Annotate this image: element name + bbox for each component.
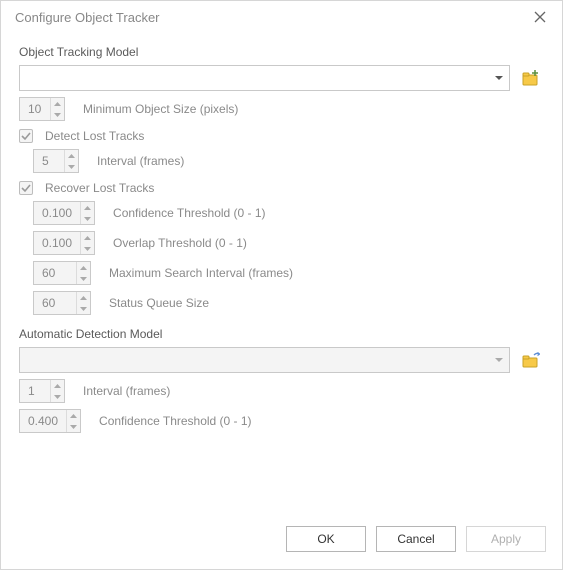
recover-overlap-label: Overlap Threshold (0 - 1) xyxy=(113,236,247,250)
chevron-down-icon xyxy=(495,76,503,80)
spinner-down[interactable] xyxy=(81,243,94,254)
spinner-up[interactable] xyxy=(77,292,90,303)
auto-interval-label: Interval (frames) xyxy=(83,384,170,398)
spinner-down[interactable] xyxy=(77,273,90,284)
auto-interval-row: 1 Interval (frames) xyxy=(19,379,544,403)
spinner-arrows xyxy=(80,202,94,224)
spinner-up[interactable] xyxy=(77,262,90,273)
auto-interval-value: 1 xyxy=(20,384,50,398)
button-bar: OK Cancel Apply xyxy=(1,519,562,569)
add-model-icon xyxy=(522,69,540,87)
ok-label: OK xyxy=(317,532,334,546)
min-size-value: 10 xyxy=(20,102,50,116)
spinner-down[interactable] xyxy=(51,109,64,120)
min-size-spinner[interactable]: 10 xyxy=(19,97,65,121)
detect-interval-spinner[interactable]: 5 xyxy=(33,149,79,173)
recover-overlap-value: 0.100 xyxy=(34,236,80,250)
spinner-arrows xyxy=(80,232,94,254)
recover-lost-label: Recover Lost Tracks xyxy=(45,181,154,195)
recover-confidence-row: 0.100 Confidence Threshold (0 - 1) xyxy=(19,201,544,225)
folder-open-icon xyxy=(522,351,540,369)
detect-lost-checkbox[interactable] xyxy=(19,129,33,143)
apply-label: Apply xyxy=(491,532,521,546)
auto-interval-spinner[interactable]: 1 xyxy=(19,379,65,403)
spinner-down[interactable] xyxy=(81,213,94,224)
spinner-down[interactable] xyxy=(67,421,80,432)
recover-maxsearch-label: Maximum Search Interval (frames) xyxy=(109,266,293,280)
auto-confidence-row: 0.400 Confidence Threshold (0 - 1) xyxy=(19,409,544,433)
recover-lost-row: Recover Lost Tracks xyxy=(19,181,544,195)
chevron-down-icon xyxy=(495,358,503,362)
check-icon xyxy=(21,131,31,141)
cancel-label: Cancel xyxy=(397,532,434,546)
dialog: Configure Object Tracker Object Tracking… xyxy=(0,0,563,570)
spinner-arrows xyxy=(50,380,64,402)
spinner-up[interactable] xyxy=(67,410,80,421)
spinner-up[interactable] xyxy=(51,380,64,391)
spinner-arrows xyxy=(66,410,80,432)
apply-button[interactable]: Apply xyxy=(466,526,546,552)
cancel-button[interactable]: Cancel xyxy=(376,526,456,552)
auto-confidence-value: 0.400 xyxy=(20,414,66,428)
auto-confidence-label: Confidence Threshold (0 - 1) xyxy=(99,414,252,428)
recover-confidence-label: Confidence Threshold (0 - 1) xyxy=(113,206,266,220)
recover-overlap-row: 0.100 Overlap Threshold (0 - 1) xyxy=(19,231,544,255)
ok-button[interactable]: OK xyxy=(286,526,366,552)
browse-model-button[interactable] xyxy=(518,65,544,91)
spinner-down[interactable] xyxy=(77,303,90,314)
dialog-title: Configure Object Tracker xyxy=(15,10,160,25)
detect-interval-value: 5 xyxy=(34,154,64,168)
spinner-up[interactable] xyxy=(51,98,64,109)
detect-lost-label: Detect Lost Tracks xyxy=(45,129,144,143)
recover-queue-spinner[interactable]: 60 xyxy=(33,291,91,315)
recover-queue-value: 60 xyxy=(34,296,76,310)
close-button[interactable] xyxy=(528,5,552,29)
check-icon xyxy=(21,183,31,193)
detect-interval-row: 5 Interval (frames) xyxy=(19,149,544,173)
recover-maxsearch-row: 60 Maximum Search Interval (frames) xyxy=(19,261,544,285)
auto-model-section-label: Automatic Detection Model xyxy=(19,327,544,341)
auto-model-row xyxy=(19,347,544,373)
recover-maxsearch-spinner[interactable]: 60 xyxy=(33,261,91,285)
spinner-arrows xyxy=(76,262,90,284)
spinner-down[interactable] xyxy=(65,161,78,172)
auto-model-dropdown[interactable] xyxy=(19,347,510,373)
browse-auto-model-button[interactable] xyxy=(518,347,544,373)
min-size-label: Minimum Object Size (pixels) xyxy=(83,102,238,116)
recover-confidence-spinner[interactable]: 0.100 xyxy=(33,201,95,225)
spinner-up[interactable] xyxy=(81,202,94,213)
recover-queue-row: 60 Status Queue Size xyxy=(19,291,544,315)
spinner-up[interactable] xyxy=(81,232,94,243)
min-size-row: 10 Minimum Object Size (pixels) xyxy=(19,97,544,121)
dialog-body: Object Tracking Model 10 xyxy=(1,33,562,519)
spinner-up[interactable] xyxy=(65,150,78,161)
close-icon xyxy=(534,11,546,23)
auto-confidence-spinner[interactable]: 0.400 xyxy=(19,409,81,433)
spinner-arrows xyxy=(76,292,90,314)
recover-queue-label: Status Queue Size xyxy=(109,296,209,310)
recover-confidence-value: 0.100 xyxy=(34,206,80,220)
recover-overlap-spinner[interactable]: 0.100 xyxy=(33,231,95,255)
recover-maxsearch-value: 60 xyxy=(34,266,76,280)
spinner-arrows xyxy=(50,98,64,120)
titlebar: Configure Object Tracker xyxy=(1,1,562,33)
tracking-model-row xyxy=(19,65,544,91)
detect-interval-label: Interval (frames) xyxy=(97,154,184,168)
spinner-arrows xyxy=(64,150,78,172)
detect-lost-row: Detect Lost Tracks xyxy=(19,129,544,143)
tracking-model-dropdown[interactable] xyxy=(19,65,510,91)
tracking-model-label: Object Tracking Model xyxy=(19,45,544,59)
recover-lost-checkbox[interactable] xyxy=(19,181,33,195)
spinner-down[interactable] xyxy=(51,391,64,402)
